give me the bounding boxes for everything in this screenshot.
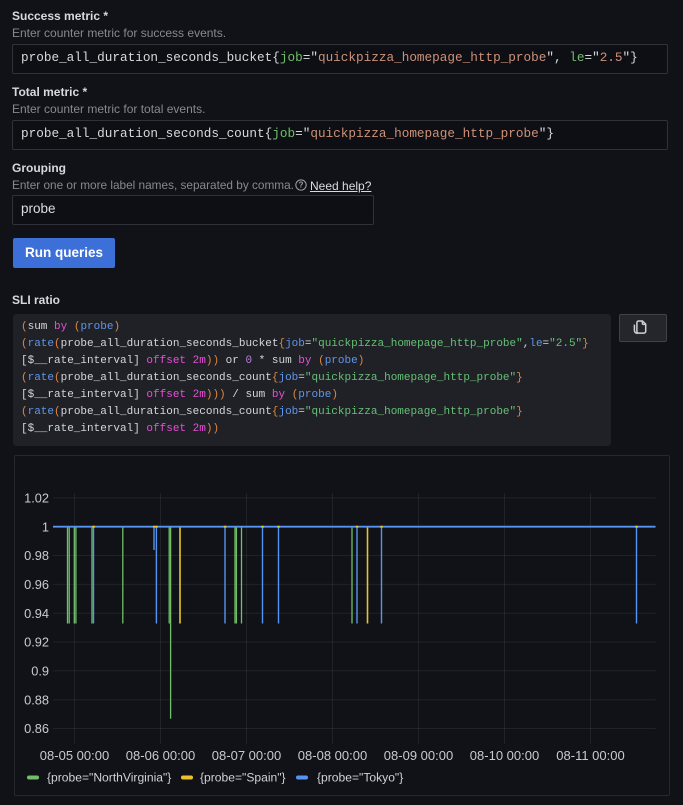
svg-text:{probe="Spain"}: {probe="Spain"} — [200, 770, 286, 784]
svg-text:0.96: 0.96 — [24, 577, 49, 592]
svg-text:0.86: 0.86 — [24, 721, 49, 736]
svg-text:{probe="Tokyo"}: {probe="Tokyo"} — [317, 770, 403, 784]
svg-text:0.98: 0.98 — [24, 548, 49, 563]
svg-text:08-06 00:00: 08-06 00:00 — [126, 748, 195, 763]
svg-text:0.9: 0.9 — [31, 663, 49, 678]
svg-text:{probe="NorthVirginia"}: {probe="NorthVirginia"} — [47, 770, 171, 784]
svg-text:08-08 00:00: 08-08 00:00 — [298, 748, 367, 763]
svg-text:1.02: 1.02 — [24, 490, 49, 505]
svg-text:0.88: 0.88 — [24, 692, 49, 707]
svg-text:08-07 00:00: 08-07 00:00 — [212, 748, 281, 763]
svg-text:1: 1 — [42, 519, 49, 534]
svg-text:08-11 00:00: 08-11 00:00 — [556, 748, 624, 763]
svg-text:?: ? — [299, 181, 304, 190]
svg-text:0.94: 0.94 — [24, 605, 49, 620]
svg-text:08-10 00:00: 08-10 00:00 — [470, 748, 539, 763]
svg-text:08-09 00:00: 08-09 00:00 — [384, 748, 453, 763]
svg-text:08-05 00:00: 08-05 00:00 — [40, 748, 109, 763]
svg-text:0.92: 0.92 — [24, 634, 49, 649]
